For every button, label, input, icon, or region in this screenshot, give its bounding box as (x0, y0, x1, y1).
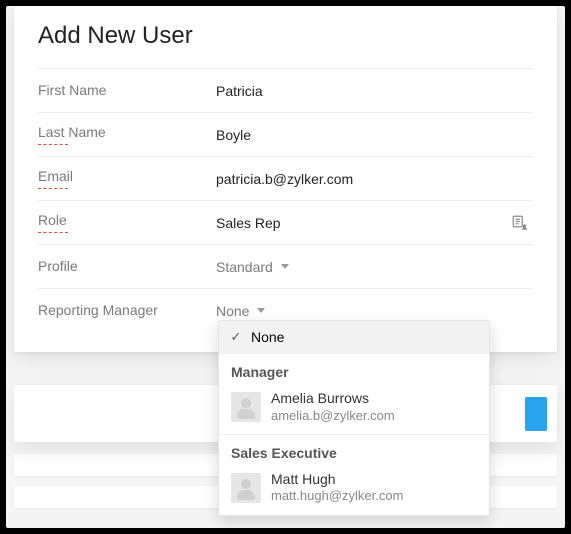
avatar (231, 392, 261, 422)
add-user-form: First Name Last Name Email (14, 68, 557, 332)
email-input[interactable] (216, 171, 533, 187)
dropdown-section-sales-executive: Sales Executive (219, 434, 489, 465)
field-role: Role (38, 200, 533, 244)
dialog-backdrop: Add New User First Name Last Name (6, 6, 565, 528)
dropdown-section-manager: Manager (219, 353, 489, 384)
required-indicator (38, 188, 68, 189)
primary-action-button[interactable] (525, 397, 547, 431)
dropdown-option-label: None (251, 329, 284, 345)
person-name: Amelia Burrows (271, 390, 395, 408)
dropdown-option-none[interactable]: ✓ None (219, 321, 489, 353)
chevron-down-icon (257, 308, 265, 313)
last-name-label: Last Name (38, 124, 106, 140)
role-label: Role (38, 212, 67, 228)
reporting-manager-selected-value: None (216, 303, 249, 319)
person-email: matt.hugh@zylker.com (271, 488, 403, 504)
first-name-input[interactable] (216, 83, 533, 99)
reporting-manager-label: Reporting Manager (38, 302, 158, 318)
profile-label: Profile (38, 258, 78, 274)
required-indicator (38, 232, 68, 233)
field-first-name: First Name (38, 68, 533, 112)
reporting-manager-select[interactable]: None (216, 303, 265, 319)
dropdown-option-person[interactable]: Amelia Burrows amelia.b@zylker.com (219, 384, 489, 434)
reporting-manager-dropdown: ✓ None Manager Amelia Burrows amelia.b@z… (218, 320, 490, 516)
profile-selected-value: Standard (216, 259, 273, 275)
field-last-name: Last Name (38, 112, 533, 156)
dialog-title: Add New User (14, 6, 557, 68)
last-name-input[interactable] (216, 127, 533, 143)
dropdown-option-person[interactable]: Matt Hugh matt.hugh@zylker.com (219, 465, 489, 515)
field-email: Email (38, 156, 533, 200)
profile-select[interactable]: Standard (216, 259, 289, 275)
email-label: Email (38, 168, 73, 184)
add-user-dialog: Add New User First Name Last Name (14, 6, 557, 352)
avatar (231, 473, 261, 503)
role-input[interactable] (216, 215, 511, 231)
check-icon: ✓ (229, 330, 243, 344)
person-email: amelia.b@zylker.com (271, 408, 395, 424)
role-picker-icon[interactable] (511, 214, 529, 232)
chevron-down-icon (281, 264, 289, 269)
field-profile: Profile Standard (38, 244, 533, 288)
required-indicator (38, 144, 68, 145)
person-name: Matt Hugh (271, 471, 403, 489)
first-name-label: First Name (38, 82, 106, 98)
